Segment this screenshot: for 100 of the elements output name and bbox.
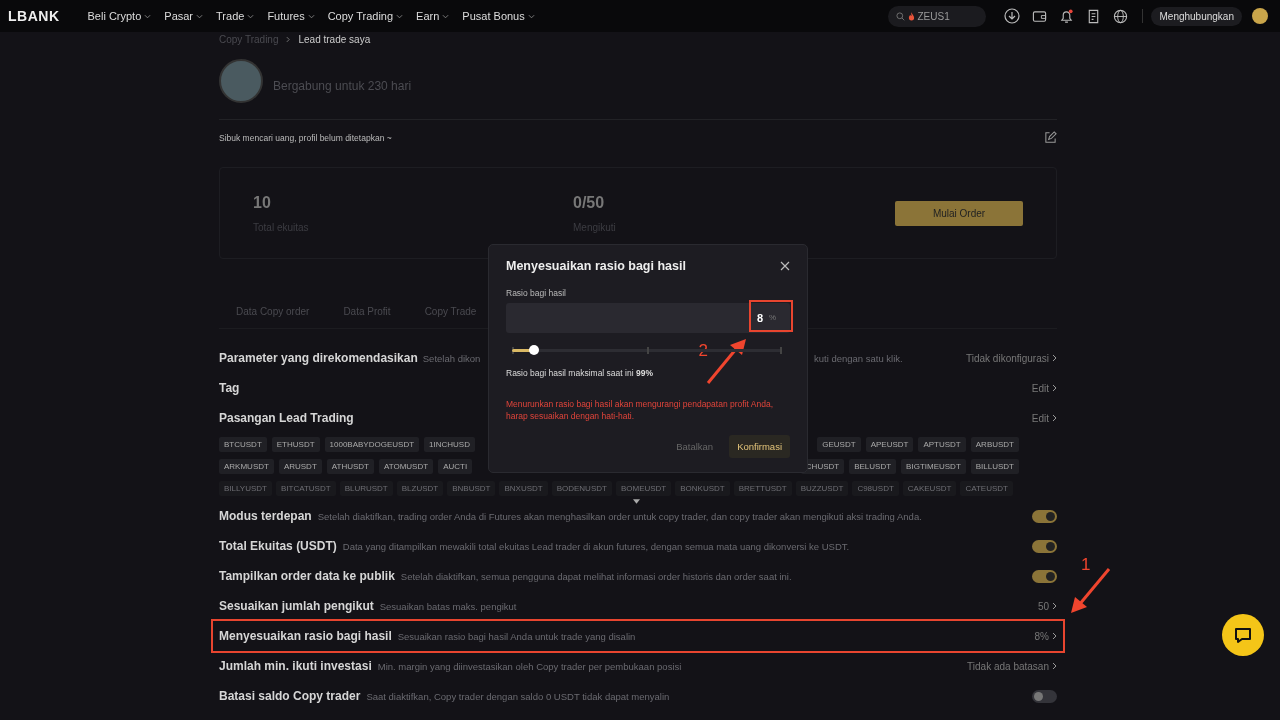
confirm-button[interactable]: Konfirmasi <box>729 435 790 458</box>
chevron-icon <box>1052 354 1057 362</box>
logo[interactable]: LBANK <box>8 8 60 24</box>
pair-tag: ARBUSDT <box>970 436 1019 452</box>
download-icon[interactable] <box>1004 8 1021 24</box>
toggle-switch[interactable] <box>1032 689 1057 703</box>
setting-link[interactable]: Tidak ada batasan <box>967 660 1057 672</box>
expand-icon[interactable] <box>633 499 640 504</box>
pair-tag: C98USDT <box>852 480 899 496</box>
caret-icon <box>144 13 152 19</box>
pair-tag: CAKEUSDT <box>902 480 957 496</box>
pair-tag: BONKUSDT <box>675 480 730 496</box>
pair-tag: BILLUSDT <box>970 458 1019 474</box>
arrow-annotation <box>706 337 748 385</box>
setting-title: Sesuaikan jumlah pengikut <box>219 599 374 613</box>
search-field[interactable]: ZEUS1 <box>888 5 987 27</box>
nav-menu-item[interactable]: Futures <box>267 10 315 22</box>
nav-menu-item[interactable]: Pasar <box>164 10 204 22</box>
setting-title: Modus terdepan <box>219 509 312 523</box>
edit-icon[interactable] <box>1044 131 1057 144</box>
pair-tag: ATHUSDT <box>326 458 374 474</box>
pair-tag: 1INCHUSD <box>424 436 475 452</box>
field-label: Rasio bagi hasil <box>506 288 567 298</box>
nav-menu-item[interactable]: Copy Trading <box>327 10 404 22</box>
setting-description: Setelah diaktifkan, semua pengguna dapat melihat informasi order historis dan order saat ini. <box>400 570 792 582</box>
pair-tag: BITCATUSDT <box>276 480 336 496</box>
pair-tag: BLZUSDT <box>396 480 444 496</box>
warning-text: Menurunkan rasio bagi hasil akan mengurangi pendapatan profit Anda, harap sesuaikan dengan hati-hati. <box>506 398 774 423</box>
setting-title: Tag <box>219 381 240 395</box>
edit-link[interactable]: Edit <box>1031 412 1057 424</box>
setting-description: kuti dengan satu klik. <box>814 352 903 364</box>
setting-link[interactable]: Tidak dikonfigurasi <box>966 352 1057 364</box>
photo-placeholder <box>219 59 263 103</box>
bio-text: Sibuk mencari uang, profil belum ditetapkan ~ <box>219 132 392 143</box>
pair-tag: ETHUSDT <box>271 436 320 452</box>
slider-thumb[interactable] <box>528 345 539 355</box>
pair-tag: 1000BABYDOGEUSDT <box>324 436 420 452</box>
setting-description: Setelah diaktifkan, trading order Anda di Futures akan menghasilkan order untuk copy trader, dan copy trader akan mengikuti aksi trading Anda. <box>317 510 922 522</box>
setting-description: Setelah dikon <box>422 352 481 364</box>
chevron-icon <box>1052 662 1057 670</box>
wallet-icon[interactable] <box>1032 8 1048 24</box>
pair-tag: APTUSDT <box>918 436 966 452</box>
stat-value: 0/50 <box>573 193 606 212</box>
chevron-icon <box>1052 414 1057 422</box>
connect-button[interactable]: Menghubungkan <box>1151 6 1242 26</box>
pair-tag: CATEUSDT <box>960 480 1013 496</box>
edit-link[interactable]: Edit <box>1031 382 1057 394</box>
highlight-box <box>749 300 793 332</box>
setting-description: Sesuaikan batas maks. pengikut <box>379 600 517 612</box>
pair-tag: BUZZUSDT <box>795 480 849 496</box>
setting-description: Min. margin yang diinvestasikan oleh Copy trader per pembukaan posisi <box>377 660 682 672</box>
setting-title: Menyesuaikan rasio bagi hasil <box>219 629 392 643</box>
pair-tag: APEUSDT <box>865 436 914 452</box>
setting-link[interactable]: 8% <box>1034 630 1057 642</box>
pair-tag: BNBUSDT <box>447 480 496 496</box>
setting-link[interactable]: 50 <box>1037 600 1057 612</box>
setting-title: Tampilkan order data ke publik <box>219 569 395 583</box>
setting-description: Data yang ditampilkan mewakili total ekuitas Lead trader di akun futures, dengan semua mata uang dikonversi ke USDT. <box>342 540 850 552</box>
pair-tag: ATOMUSDT <box>378 458 434 474</box>
caret-icon <box>442 13 450 19</box>
pair-tag: BILLYUSDT <box>219 480 272 496</box>
caret-icon <box>396 13 404 19</box>
pair-tag: ARKMUSDT <box>219 458 274 474</box>
pair-tag: BOMEUSDT <box>615 480 672 496</box>
breadcrumb-link[interactable]: Lead trade saya <box>298 33 371 45</box>
pair-tag: BLURUSDT <box>339 480 393 496</box>
toggle-switch[interactable] <box>1032 509 1057 523</box>
setting-description: Saat diaktifkan, Copy trader dengan saldo 0 USDT tidak dapat menyalin <box>366 690 670 702</box>
setting-title: Parameter yang direkomendasikan <box>219 351 418 365</box>
stat-value: 10 <box>253 193 272 212</box>
toggle-switch[interactable] <box>1032 569 1057 583</box>
chat-button[interactable] <box>1222 614 1264 656</box>
close-icon[interactable] <box>780 261 790 271</box>
bell-icon[interactable] <box>1059 8 1075 24</box>
user-avatar[interactable] <box>1252 8 1268 24</box>
pair-tag: BELUSDT <box>849 458 897 474</box>
chevron-icon <box>1052 384 1057 392</box>
start-order-button[interactable]: Mulai Order <box>895 200 1023 226</box>
globe-icon[interactable] <box>1113 8 1129 24</box>
nav-menu-item[interactable]: Trade <box>216 10 255 22</box>
unit-label: % <box>768 313 776 322</box>
toggle-switch[interactable] <box>1032 539 1057 553</box>
dialog-title: Menyesuaikan rasio bagi hasil <box>506 259 686 273</box>
pair-tag: BODENUSDT <box>551 480 612 496</box>
setting-title: Jumlah min. ikuti investasi <box>219 659 372 673</box>
step-number: 1 <box>1081 555 1091 575</box>
caret-icon <box>307 13 315 19</box>
chevron-icon <box>286 35 291 43</box>
nav-menu-item[interactable]: Beli Crypto <box>87 10 152 22</box>
chevron-icon <box>1052 602 1057 610</box>
nav-menu-item[interactable]: Pusat Bonus <box>462 10 535 22</box>
max-ratio-text: Rasio bagi hasil maksimal saat ini 99% <box>506 368 654 378</box>
nav-menu-item[interactable]: Earn <box>416 10 450 22</box>
setting-title: Batasi saldo Copy trader <box>219 689 361 703</box>
setting-title: Pasangan Lead Trading <box>219 411 354 425</box>
setting-title: Total Ekuitas (USDT) <box>219 539 337 553</box>
pair-tag: BNXUSDT <box>499 480 548 496</box>
pair-tag: AUCTI <box>438 458 473 474</box>
pair-tag: ARUSDT <box>278 458 322 474</box>
chevron-icon <box>1052 632 1057 640</box>
